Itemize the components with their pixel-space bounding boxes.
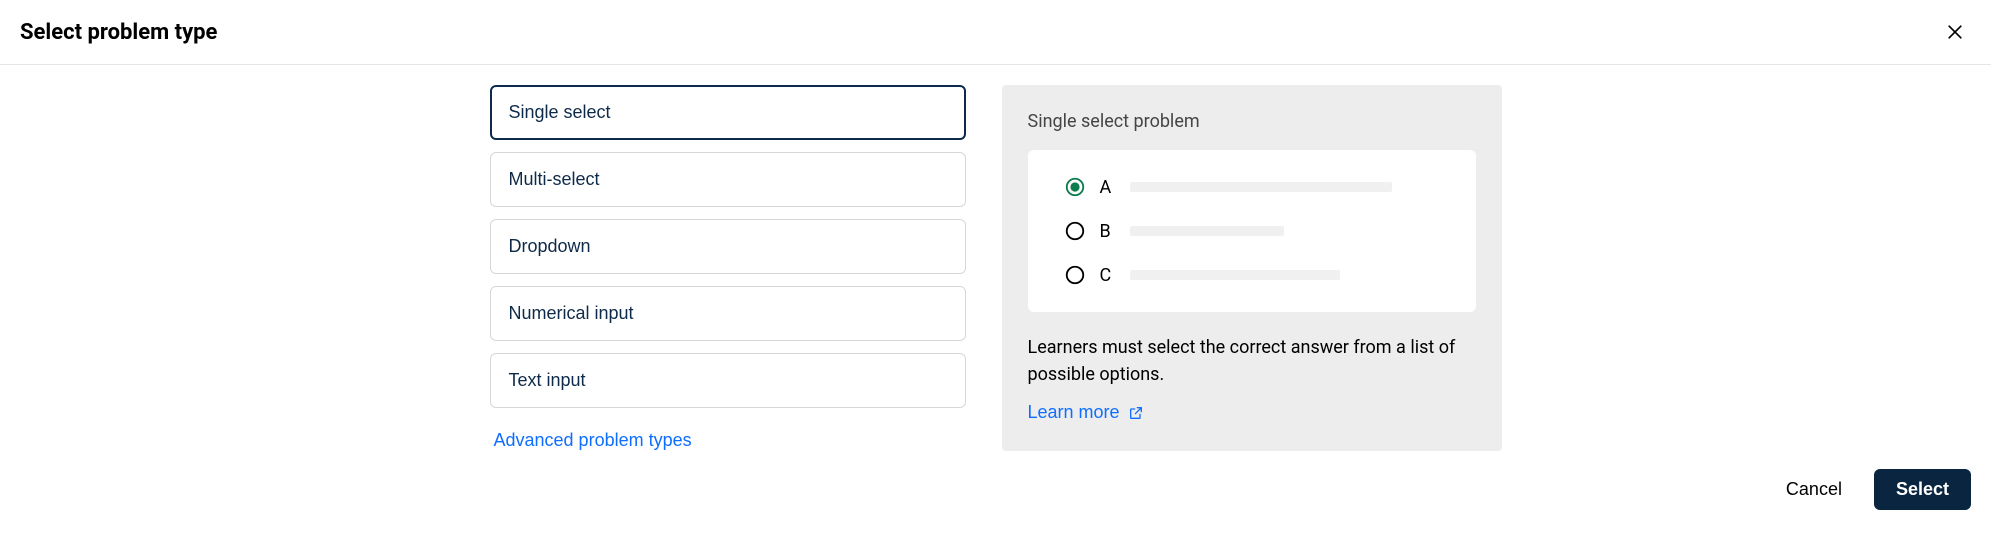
radio-selected-icon bbox=[1064, 176, 1086, 198]
problem-type-list: Single select Multi-select Dropdown Nume… bbox=[490, 85, 966, 451]
modal-body: Single select Multi-select Dropdown Nume… bbox=[0, 65, 1991, 461]
type-option-text-input[interactable]: Text input bbox=[490, 353, 966, 408]
option-letter: A bbox=[1100, 177, 1116, 198]
select-button[interactable]: Select bbox=[1874, 469, 1971, 510]
option-letter: C bbox=[1100, 265, 1116, 286]
advanced-problem-types-link[interactable]: Advanced problem types bbox=[490, 420, 696, 451]
preview-option-row: C bbox=[1064, 264, 1440, 286]
preview-description: Learners must select the correct answer … bbox=[1028, 334, 1476, 388]
preview-option-row: A bbox=[1064, 176, 1440, 198]
close-button[interactable] bbox=[1939, 16, 1971, 48]
type-option-numerical-input[interactable]: Numerical input bbox=[490, 286, 966, 341]
type-option-single-select[interactable]: Single select bbox=[490, 85, 966, 140]
placeholder-bar bbox=[1130, 270, 1340, 280]
placeholder-bar bbox=[1130, 182, 1392, 192]
placeholder-bar bbox=[1130, 226, 1284, 236]
preview-card: A B C bbox=[1028, 150, 1476, 312]
modal-footer: Cancel Select bbox=[0, 461, 1991, 526]
learn-more-link[interactable]: Learn more bbox=[1028, 402, 1144, 423]
preview-option-row: B bbox=[1064, 220, 1440, 242]
option-letter: B bbox=[1100, 221, 1116, 242]
cancel-button[interactable]: Cancel bbox=[1764, 469, 1864, 510]
modal-title: Select problem type bbox=[20, 20, 217, 45]
preview-title: Single select problem bbox=[1028, 111, 1476, 132]
radio-unselected-icon bbox=[1064, 264, 1086, 286]
close-icon bbox=[1945, 22, 1965, 42]
type-option-multi-select[interactable]: Multi-select bbox=[490, 152, 966, 207]
preview-panel: Single select problem A B bbox=[1002, 85, 1502, 451]
external-link-icon bbox=[1128, 405, 1144, 421]
radio-unselected-icon bbox=[1064, 220, 1086, 242]
type-option-dropdown[interactable]: Dropdown bbox=[490, 219, 966, 274]
learn-more-label: Learn more bbox=[1028, 402, 1120, 423]
modal-header: Select problem type bbox=[0, 0, 1991, 65]
